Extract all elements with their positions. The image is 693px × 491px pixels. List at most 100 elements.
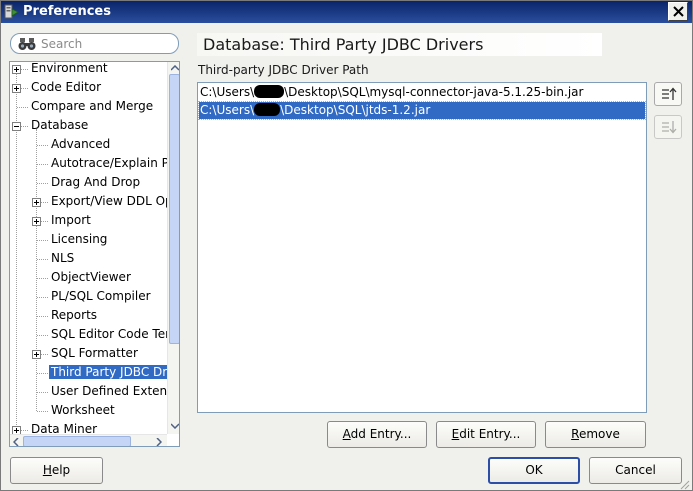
tree-item-nls[interactable]: NLS bbox=[49, 250, 76, 269]
tree-item-label: ObjectViewer bbox=[51, 270, 131, 284]
tree-item-label: Export/View DDL Op bbox=[51, 194, 167, 208]
redacted-username bbox=[254, 85, 285, 98]
tree-connector-line bbox=[37, 335, 48, 336]
tree-item-code-editor[interactable]: Code Editor bbox=[29, 79, 103, 98]
tree-item-label: Data Miner bbox=[31, 422, 98, 434]
path-prefix: C:\Users\ bbox=[200, 85, 255, 99]
tree-item-label: Import bbox=[51, 213, 91, 227]
add-entry-mnemonic: A bbox=[342, 427, 351, 441]
scroll-down-arrow-icon[interactable] bbox=[171, 423, 179, 429]
search-input[interactable] bbox=[41, 36, 173, 51]
tree-connector-line bbox=[37, 373, 48, 374]
tree-horizontal-scroll-thumb[interactable] bbox=[23, 436, 131, 446]
tree-item-label: Compare and Merge bbox=[31, 99, 154, 113]
expand-icon[interactable] bbox=[32, 350, 41, 359]
tree-item-import[interactable]: Import bbox=[49, 212, 93, 231]
remove-label: emove bbox=[578, 427, 620, 441]
preferences-dialog: Preferences Environment Code Editor Compar… bbox=[0, 0, 693, 491]
tree-connector-line bbox=[37, 278, 48, 279]
tree-item-label: Advanced bbox=[51, 137, 111, 151]
collapse-icon[interactable] bbox=[12, 122, 21, 131]
tree-item-label: User Defined Extens bbox=[51, 384, 167, 398]
tree-item-pl-sql-compiler[interactable]: PL/SQL Compiler bbox=[49, 288, 153, 307]
tree-item-sql-formatter[interactable]: SQL Formatter bbox=[49, 345, 140, 364]
ok-button[interactable]: OK bbox=[488, 457, 580, 484]
edit-entry-button[interactable]: Edit Entry... bbox=[436, 421, 536, 448]
tree-item-label: NLS bbox=[51, 251, 75, 265]
tree-connector-line bbox=[37, 164, 48, 165]
add-entry-button[interactable]: Add Entry... bbox=[327, 421, 427, 448]
tree-item-label: Licensing bbox=[51, 232, 108, 246]
tree-item-drag-and-drop[interactable]: Drag And Drop bbox=[49, 174, 142, 193]
driver-path-row[interactable]: C:\Users\ \Desktop\SQL\mysql-connector-ja… bbox=[199, 84, 645, 101]
tree-item-third-party-jdbc-dri[interactable]: Third Party JDBC Dri bbox=[49, 364, 167, 383]
cancel-button[interactable]: Cancel bbox=[589, 457, 682, 484]
path-suffix: \Desktop\SQL\mysql-connector-java-5.1.25… bbox=[284, 85, 584, 99]
expand-icon[interactable] bbox=[12, 84, 21, 93]
page-title: Database: Third Party JDBC Drivers bbox=[197, 33, 602, 56]
window-title: Preferences bbox=[23, 4, 111, 19]
tree-connector-line bbox=[37, 297, 48, 298]
add-entry-label: dd Entry... bbox=[350, 427, 412, 441]
scroll-up-arrow-icon[interactable] bbox=[171, 65, 179, 71]
close-button[interactable] bbox=[668, 2, 688, 21]
tree-item-worksheet[interactable]: Worksheet bbox=[49, 402, 117, 421]
tree-item-environment[interactable]: Environment bbox=[29, 62, 110, 79]
tree-item-advanced[interactable]: Advanced bbox=[49, 136, 112, 155]
tree-item-sql-editor-code-ter[interactable]: SQL Editor Code Ter bbox=[49, 326, 167, 345]
tree-item-label: Worksheet bbox=[51, 403, 115, 417]
tree-vertical-scroll-thumb[interactable] bbox=[169, 74, 179, 344]
expand-icon[interactable] bbox=[12, 65, 21, 74]
remove-button[interactable]: Remove bbox=[545, 421, 646, 448]
remove-mnemonic: R bbox=[571, 427, 579, 441]
tree-item-autotrace-explain-pl[interactable]: Autotrace/Explain Pl bbox=[49, 155, 167, 174]
move-down-button[interactable] bbox=[654, 115, 682, 139]
tree-item-label: Environment bbox=[31, 62, 108, 75]
tree-item-database[interactable]: Database bbox=[29, 117, 90, 136]
search-box[interactable] bbox=[10, 33, 179, 54]
move-up-icon bbox=[662, 87, 677, 100]
path-prefix: C:\Users\ bbox=[200, 103, 255, 117]
expand-icon[interactable] bbox=[32, 217, 41, 226]
scroll-left-arrow-icon[interactable] bbox=[13, 438, 19, 446]
expand-icon[interactable] bbox=[12, 426, 21, 434]
driver-path-row-selected[interactable]: C:\Users\ \Desktop\SQL\jtds-1.2.jar bbox=[198, 101, 646, 120]
tree-item-label: SQL Formatter bbox=[51, 346, 138, 360]
redacted-username bbox=[254, 103, 281, 116]
tree-item-data-miner[interactable]: Data Miner bbox=[29, 421, 99, 434]
tree-item-compare-and-merge[interactable]: Compare and Merge bbox=[29, 98, 155, 117]
tree-connector-line bbox=[37, 411, 48, 412]
tree-connector-line bbox=[37, 316, 48, 317]
tree-item-objectviewer[interactable]: ObjectViewer bbox=[49, 269, 133, 288]
tree-item-label: Code Editor bbox=[31, 80, 102, 94]
tree-connector-line bbox=[37, 392, 48, 393]
edit-entry-label: dit Entry... bbox=[459, 427, 521, 441]
tree-connector-line bbox=[17, 107, 28, 108]
tree-item-user-defined-extens[interactable]: User Defined Extens bbox=[49, 383, 167, 402]
tree-item-label: Database bbox=[31, 118, 89, 132]
tree-item-label: Third Party JDBC Dri bbox=[49, 365, 167, 379]
tree-horizontal-scrollbar[interactable] bbox=[10, 434, 167, 446]
tree-item-label: Reports bbox=[51, 308, 98, 322]
resize-grip-icon[interactable] bbox=[678, 478, 690, 490]
tree-item-label: Autotrace/Explain Pl bbox=[51, 156, 167, 170]
tree-item-licensing[interactable]: Licensing bbox=[49, 231, 109, 250]
help-button[interactable]: Help bbox=[10, 457, 103, 484]
tree-connector-line bbox=[37, 145, 48, 146]
tree-item-export-view-ddl-op[interactable]: Export/View DDL Op bbox=[49, 193, 167, 212]
tree-connector-line bbox=[37, 183, 48, 184]
tree-item-label: SQL Editor Code Ter bbox=[51, 327, 167, 341]
tree-connector-line bbox=[37, 259, 48, 260]
driver-path-list[interactable]: C:\Users\ \Desktop\SQL\mysql-connector-ja… bbox=[197, 82, 647, 413]
tree-item-label: PL/SQL Compiler bbox=[51, 289, 151, 303]
preferences-tree[interactable]: Environment Code Editor Compare and Merge D… bbox=[9, 61, 180, 447]
tree-connector-line bbox=[37, 240, 48, 241]
tree-vertical-scrollbar[interactable] bbox=[167, 62, 179, 434]
tree-connector-line bbox=[36, 129, 37, 411]
help-label: elp bbox=[51, 463, 71, 477]
expand-icon[interactable] bbox=[32, 198, 41, 207]
tree-item-reports[interactable]: Reports bbox=[49, 307, 99, 326]
move-up-button[interactable] bbox=[654, 82, 682, 106]
scroll-right-arrow-icon[interactable] bbox=[156, 438, 162, 446]
title-bar[interactable]: Preferences bbox=[1, 1, 692, 23]
